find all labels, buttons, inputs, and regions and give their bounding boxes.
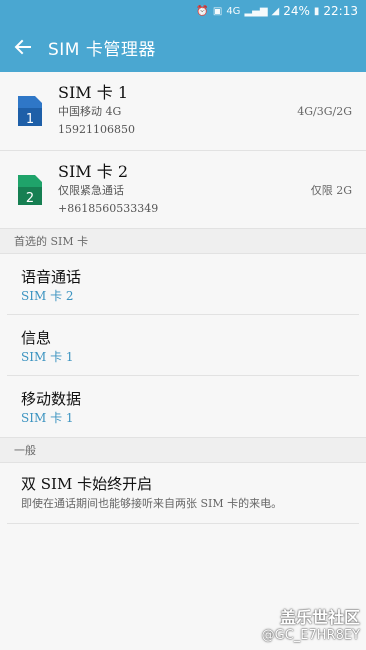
status-time: 22:13 [323,4,358,18]
app-bar: SIM 卡管理器 [0,22,366,72]
messages-title: 信息 [21,329,52,347]
mobile-data-setting[interactable]: 移动数据 SIM 卡 1 [7,376,359,437]
page-title: SIM 卡管理器 [48,39,156,60]
preferred-sim-list: 语音通话 SIM 卡 2 信息 SIM 卡 1 移动数据 SIM 卡 1 [0,254,366,437]
battery-icon: ▮ [313,5,320,17]
sim-card-1-carrier: 中国移动 4G [58,105,122,118]
watermark-brand: 盖乐世社区 [279,608,360,627]
signal-icon: ▂▄▆ [244,5,268,17]
alarm-icon: ⏰ [196,5,209,17]
voice-call-value: SIM 卡 2 [21,289,74,303]
sim-card-1-network: 4G/3G/2G [297,104,352,118]
back-button[interactable] [10,34,36,60]
sim-card-2-row[interactable]: 2 SIM 卡 2 仅限紧急通话 +8618560533349 仅限 2G [0,150,366,228]
sim-2-status-icon: ▣ [212,5,223,17]
sim-card-2-icon: 2 [18,174,42,206]
messages-setting[interactable]: 信息 SIM 卡 1 [7,315,359,376]
sim-card-2-carrier: 仅限紧急通话 [58,183,124,197]
dual-sim-title: 双 SIM 卡始终开启 [21,475,153,493]
preferred-sim-header: 首选的 SIM 卡 [0,228,366,254]
watermark-handle: @GC_E7HR8EY [261,628,360,643]
arrow-left-icon [14,39,31,55]
dual-sim-always-on-setting[interactable]: 双 SIM 卡始终开启 即使在通话期间也能够接听来自两张 SIM 卡的来电。 [7,463,359,524]
sim-card-2-name: SIM 卡 2 [58,161,129,181]
sim-badge-2: 2 [26,191,34,206]
general-header: 一般 [0,437,366,463]
network-type-icon: 4G [226,5,241,17]
mobile-data-value: SIM 卡 1 [21,411,74,425]
sim-card-1-info: SIM 卡 1 中国移动 4G 15921106850 [58,83,297,139]
sim-list: 1 SIM 卡 1 中国移动 4G 15921106850 4G/3G/2G 2… [0,72,366,228]
watermark: 盖乐世社区 @GC_E7HR8EY [262,608,360,644]
voice-call-title: 语音通话 [21,268,82,286]
dual-sim-description: 即使在通话期间也能够接听来自两张 SIM 卡的来电。 [21,497,283,510]
sim-card-1-icon: 1 [18,96,42,127]
messages-value: SIM 卡 1 [21,350,74,364]
status-bar: ⏰ ▣ 4G ▂▄▆ ◢ 24% ▮ 22:13 [0,0,366,22]
sim-card-2-number: +8618560533349 [58,201,159,215]
sim-card-1-number: 15921106850 [58,123,135,136]
sim-badge-1: 1 [26,112,34,127]
sim-card-2-info: SIM 卡 2 仅限紧急通话 +8618560533349 [58,162,311,218]
signal-2-icon: ◢ [271,5,280,17]
mobile-data-title: 移动数据 [21,390,82,408]
battery-percent: 24% [283,4,310,18]
sim-card-1-row[interactable]: 1 SIM 卡 1 中国移动 4G 15921106850 4G/3G/2G [0,72,366,150]
voice-call-setting[interactable]: 语音通话 SIM 卡 2 [7,254,359,315]
sim-card-2-network: 仅限 2G [310,183,352,197]
sim-card-1-name: SIM 卡 1 [58,83,129,102]
